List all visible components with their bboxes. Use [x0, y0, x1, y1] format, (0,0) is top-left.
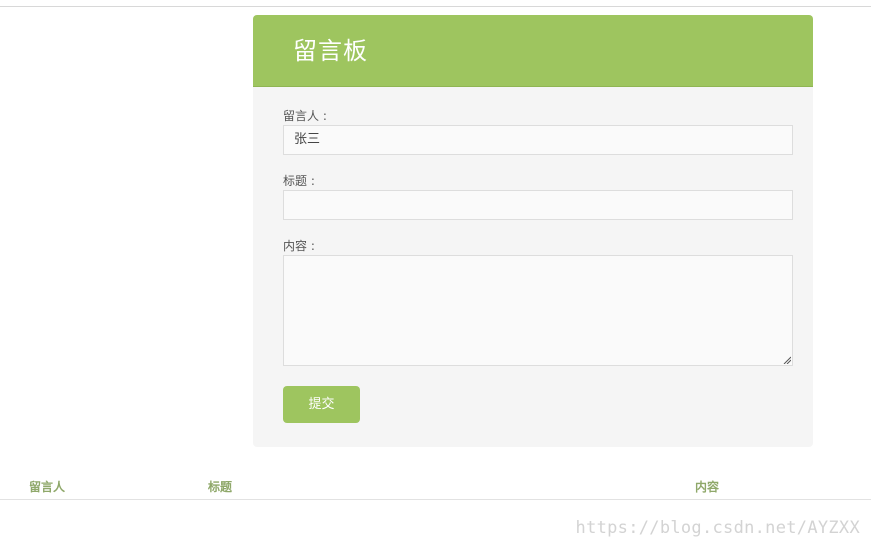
message-board-panel: 留言板 留言人 : 张三 标题 : 内容 : 提交: [253, 15, 813, 447]
submit-button[interactable]: 提交: [283, 386, 360, 423]
column-header-content: 内容: [695, 480, 720, 494]
author-input[interactable]: 张三: [283, 125, 793, 155]
title-input[interactable]: [283, 190, 793, 220]
column-header-author: 留言人: [29, 480, 66, 494]
content-label: 内容 :: [283, 239, 315, 253]
resize-grip-icon[interactable]: [783, 356, 791, 364]
column-header-title: 标题: [208, 480, 233, 494]
watermark: https://blog.csdn.net/AYZXX: [575, 518, 860, 538]
title-label: 标题 :: [283, 174, 315, 188]
top-divider: [0, 6, 871, 7]
page-title: 留言板: [293, 37, 368, 65]
panel-header: 留言板: [253, 15, 813, 87]
messages-table-header: 留言人 标题 内容: [0, 476, 871, 500]
content-textarea[interactable]: [283, 255, 793, 366]
author-label: 留言人 :: [283, 109, 327, 123]
